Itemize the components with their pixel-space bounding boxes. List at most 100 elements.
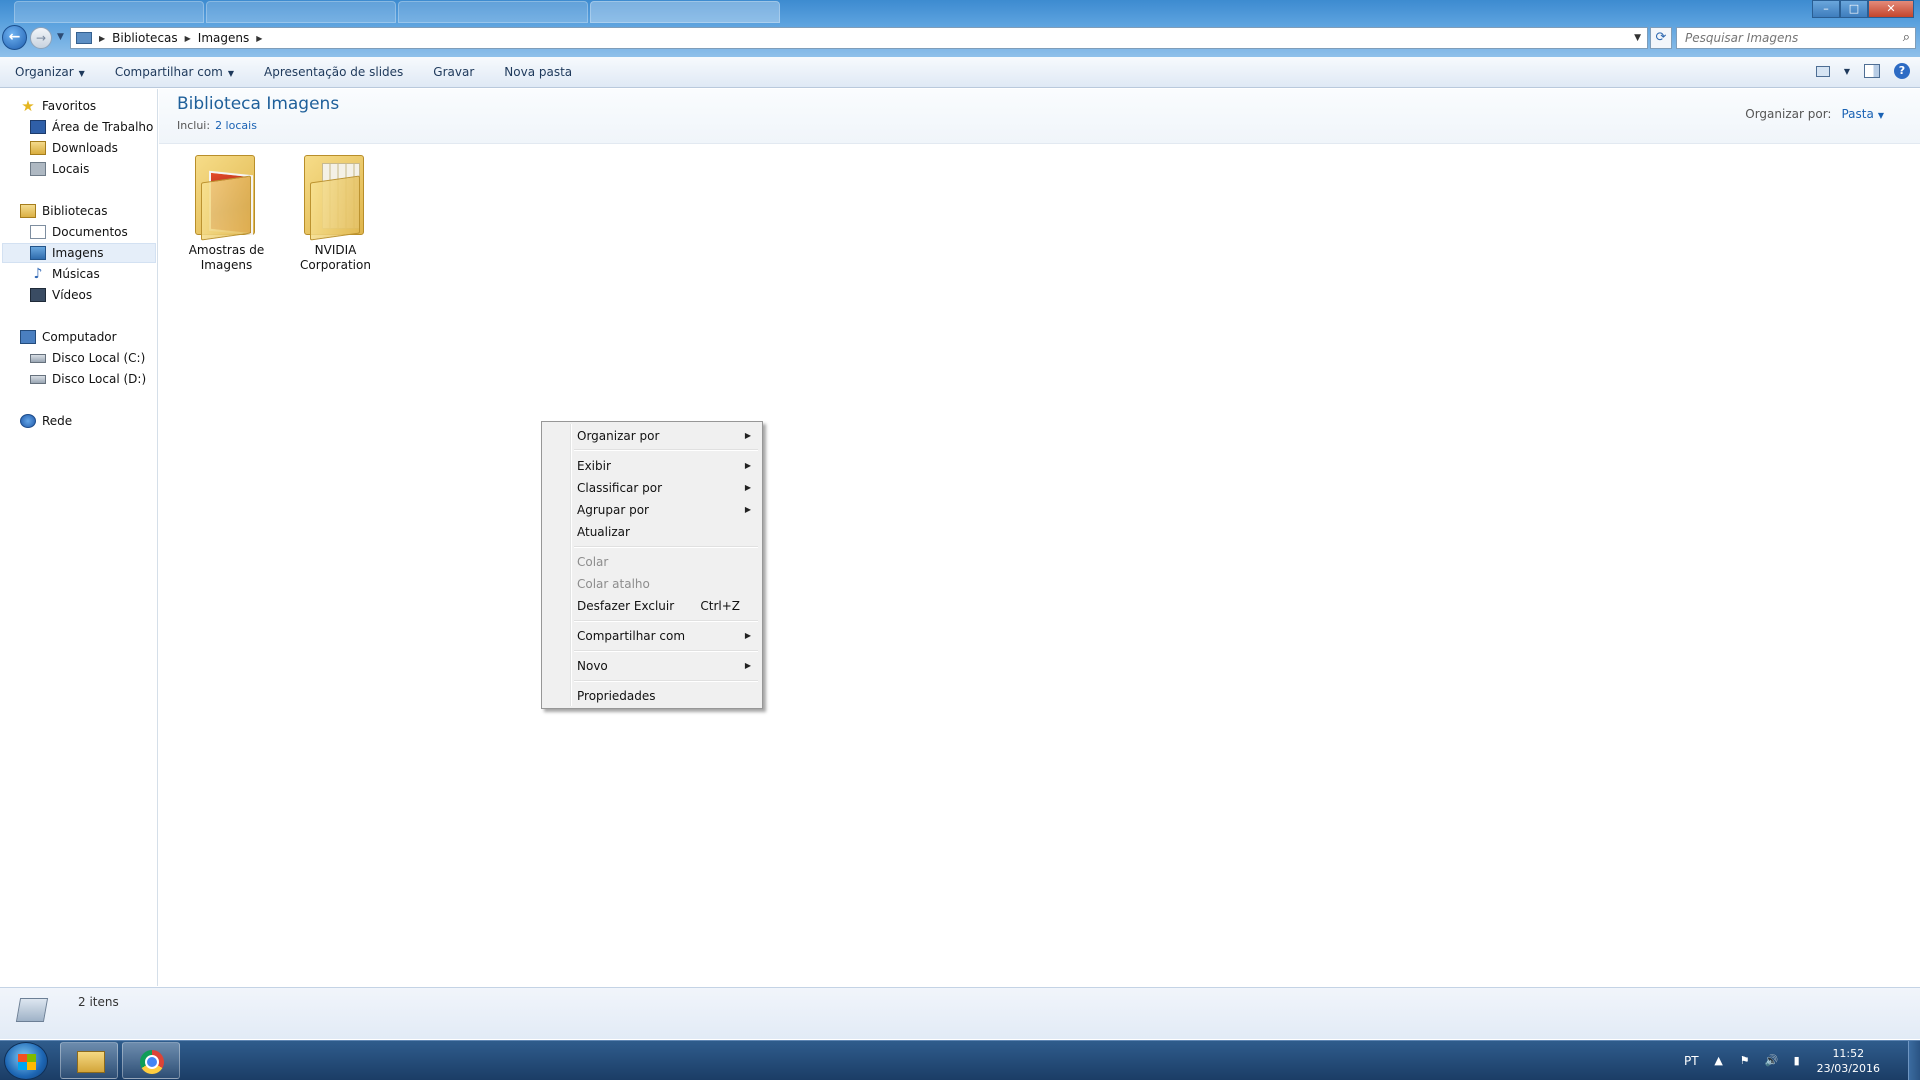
maximize-button[interactable]: □ bbox=[1840, 0, 1868, 18]
nav-desktop-label: Área de Trabalho bbox=[52, 120, 154, 134]
volume-icon[interactable]: 🔊 bbox=[1765, 1055, 1779, 1067]
disk-icon bbox=[30, 374, 46, 384]
menu-refresh[interactable]: Atualizar bbox=[544, 521, 760, 543]
preview-pane-icon[interactable] bbox=[1864, 64, 1880, 78]
tab-1[interactable] bbox=[14, 1, 204, 23]
close-button[interactable]: ✕ bbox=[1868, 0, 1914, 18]
nav-computer[interactable]: Computador bbox=[20, 327, 117, 347]
breadcrumb-images[interactable]: Imagens bbox=[198, 31, 249, 45]
folder-item[interactable]: NVIDIA Corporation bbox=[283, 149, 388, 273]
window-controls: – □ ✕ bbox=[1812, 0, 1914, 18]
menu-undo-delete[interactable]: Desfazer Excluir Ctrl+Z bbox=[544, 595, 760, 617]
system-disk-icon bbox=[30, 353, 46, 363]
places-icon bbox=[30, 162, 46, 176]
nav-favorites[interactable]: ★ Favoritos bbox=[20, 96, 96, 116]
menu-sort-by[interactable]: Classificar por ▶ bbox=[544, 477, 760, 499]
downloads-icon bbox=[30, 141, 46, 155]
explorer-folder-icon bbox=[77, 1051, 105, 1073]
arrange-by-dropdown[interactable]: Pasta bbox=[1841, 107, 1873, 121]
nav-desktop[interactable]: Área de Trabalho bbox=[30, 117, 153, 137]
windows-logo-icon bbox=[18, 1054, 36, 1070]
slideshow-button[interactable]: Apresentação de slides bbox=[249, 57, 418, 88]
tab-2[interactable] bbox=[206, 1, 396, 23]
refresh-icon[interactable]: ⟳ bbox=[1650, 27, 1672, 49]
search-input[interactable] bbox=[1677, 28, 1877, 48]
nav-network[interactable]: Rede bbox=[20, 411, 72, 431]
menu-label: Organizar por bbox=[577, 429, 660, 443]
share-menu[interactable]: Compartilhar com ▼ bbox=[100, 57, 249, 88]
includes-locations-link[interactable]: 2 locais bbox=[215, 119, 257, 132]
menu-new[interactable]: Novo ▶ bbox=[544, 655, 760, 677]
view-options-chevron-icon[interactable]: ▼ bbox=[1844, 67, 1850, 76]
music-note-icon: ♪ bbox=[33, 266, 43, 282]
show-hidden-icons-icon[interactable]: ▲ bbox=[1713, 1055, 1725, 1067]
tab-4[interactable] bbox=[590, 1, 780, 23]
computer-icon bbox=[20, 330, 36, 344]
new-folder-button[interactable]: Nova pasta bbox=[489, 57, 587, 88]
show-desktop-button[interactable] bbox=[1908, 1041, 1920, 1080]
menu-properties[interactable]: Propriedades bbox=[544, 685, 760, 707]
menu-view[interactable]: Exibir ▶ bbox=[544, 455, 760, 477]
language-indicator[interactable]: PT bbox=[1684, 1054, 1699, 1068]
chevron-down-icon: ▼ bbox=[78, 68, 85, 78]
address-dropdown-icon[interactable]: ▼ bbox=[1634, 33, 1641, 43]
nav-music[interactable]: ♪ Músicas bbox=[30, 264, 100, 284]
menu-separator bbox=[574, 650, 758, 652]
library-includes: Inclui: 2 locais bbox=[177, 119, 257, 132]
start-button[interactable] bbox=[4, 1042, 48, 1080]
nav-network-label: Rede bbox=[42, 414, 73, 428]
chevron-down-icon[interactable]: ▼ bbox=[1878, 111, 1884, 120]
forward-button[interactable]: → bbox=[30, 27, 52, 49]
address-bar[interactable]: ▶ Bibliotecas ▶ Imagens ▶ ▼ bbox=[70, 27, 1648, 49]
menu-group-by[interactable]: Agrupar por ▶ bbox=[544, 499, 760, 521]
picture-folder-icon bbox=[191, 149, 263, 241]
nav-libraries[interactable]: Bibliotecas bbox=[20, 201, 107, 221]
taskbar: PT ▲ ⚑ 🔊 ▮ 11:52 23/03/2016 bbox=[0, 1040, 1920, 1080]
change-view-icon[interactable] bbox=[1815, 65, 1830, 77]
chevron-down-icon: ▼ bbox=[227, 68, 235, 78]
desktop-icon bbox=[30, 120, 46, 134]
content-area[interactable]: Biblioteca Imagens Inclui: 2 locais Organ… bbox=[159, 89, 1920, 986]
menu-label: Agrupar por bbox=[577, 503, 649, 517]
clock[interactable]: 11:52 23/03/2016 bbox=[1817, 1046, 1880, 1076]
menu-arrange-by[interactable]: Organizar por ▶ bbox=[544, 425, 760, 447]
nav-music-label: Músicas bbox=[52, 267, 100, 281]
network-signal-icon[interactable]: ▮ bbox=[1791, 1055, 1803, 1067]
arrange-by-label: Organizar por: bbox=[1745, 107, 1832, 121]
help-icon[interactable]: ? bbox=[1894, 63, 1910, 79]
network-icon bbox=[20, 414, 36, 428]
menu-share-with[interactable]: Compartilhar com ▶ bbox=[544, 625, 760, 647]
nav-places[interactable]: Locais bbox=[30, 159, 89, 179]
breadcrumb-separator-icon[interactable]: ▶ bbox=[185, 34, 191, 43]
tab-3[interactable] bbox=[398, 1, 588, 23]
title-bar: – □ ✕ ← → ▼ ▶ Bibliotecas ▶ Imagens ▶ ▼ … bbox=[0, 0, 1920, 57]
nav-favorites-label: Favoritos bbox=[42, 99, 97, 113]
chrome-icon bbox=[140, 1050, 164, 1074]
nav-disk-c[interactable]: Disco Local (C:) bbox=[30, 348, 145, 368]
search-box[interactable]: ⌕ bbox=[1676, 27, 1916, 49]
menu-label: Classificar por bbox=[577, 481, 663, 495]
organize-menu[interactable]: Organizar ▼ bbox=[0, 57, 100, 88]
breadcrumb-separator-icon[interactable]: ▶ bbox=[256, 34, 262, 43]
menu-separator bbox=[574, 620, 758, 622]
item-count: 2 itens bbox=[78, 995, 119, 1009]
nav-downloads[interactable]: Downloads bbox=[30, 138, 118, 158]
navigation-row: ← → ▼ ▶ Bibliotecas ▶ Imagens ▶ ▼ ⟳ ⌕ bbox=[0, 24, 1920, 52]
taskbar-chrome[interactable] bbox=[122, 1042, 180, 1079]
nav-places-label: Locais bbox=[52, 162, 90, 176]
search-icon[interactable]: ⌕ bbox=[1903, 30, 1910, 45]
nav-disk-d[interactable]: Disco Local (D:) bbox=[30, 369, 146, 389]
recent-pages-arrow-icon[interactable]: ▼ bbox=[57, 32, 64, 42]
minimize-button[interactable]: – bbox=[1812, 0, 1840, 18]
nav-images[interactable]: Imagens bbox=[2, 243, 156, 263]
action-center-flag-icon[interactable]: ⚑ bbox=[1739, 1055, 1751, 1067]
folder-item[interactable]: Amostras de Imagens bbox=[174, 149, 279, 273]
nav-documents[interactable]: Documentos bbox=[30, 222, 128, 242]
back-button[interactable]: ← bbox=[2, 25, 27, 50]
breadcrumb-libraries[interactable]: Bibliotecas bbox=[112, 31, 177, 45]
burn-button[interactable]: Gravar bbox=[418, 57, 489, 88]
folder-label: NVIDIA Corporation bbox=[300, 243, 371, 272]
taskbar-explorer[interactable] bbox=[60, 1042, 118, 1079]
nav-videos[interactable]: Vídeos bbox=[30, 285, 92, 305]
breadcrumb-separator-icon[interactable]: ▶ bbox=[99, 34, 105, 43]
